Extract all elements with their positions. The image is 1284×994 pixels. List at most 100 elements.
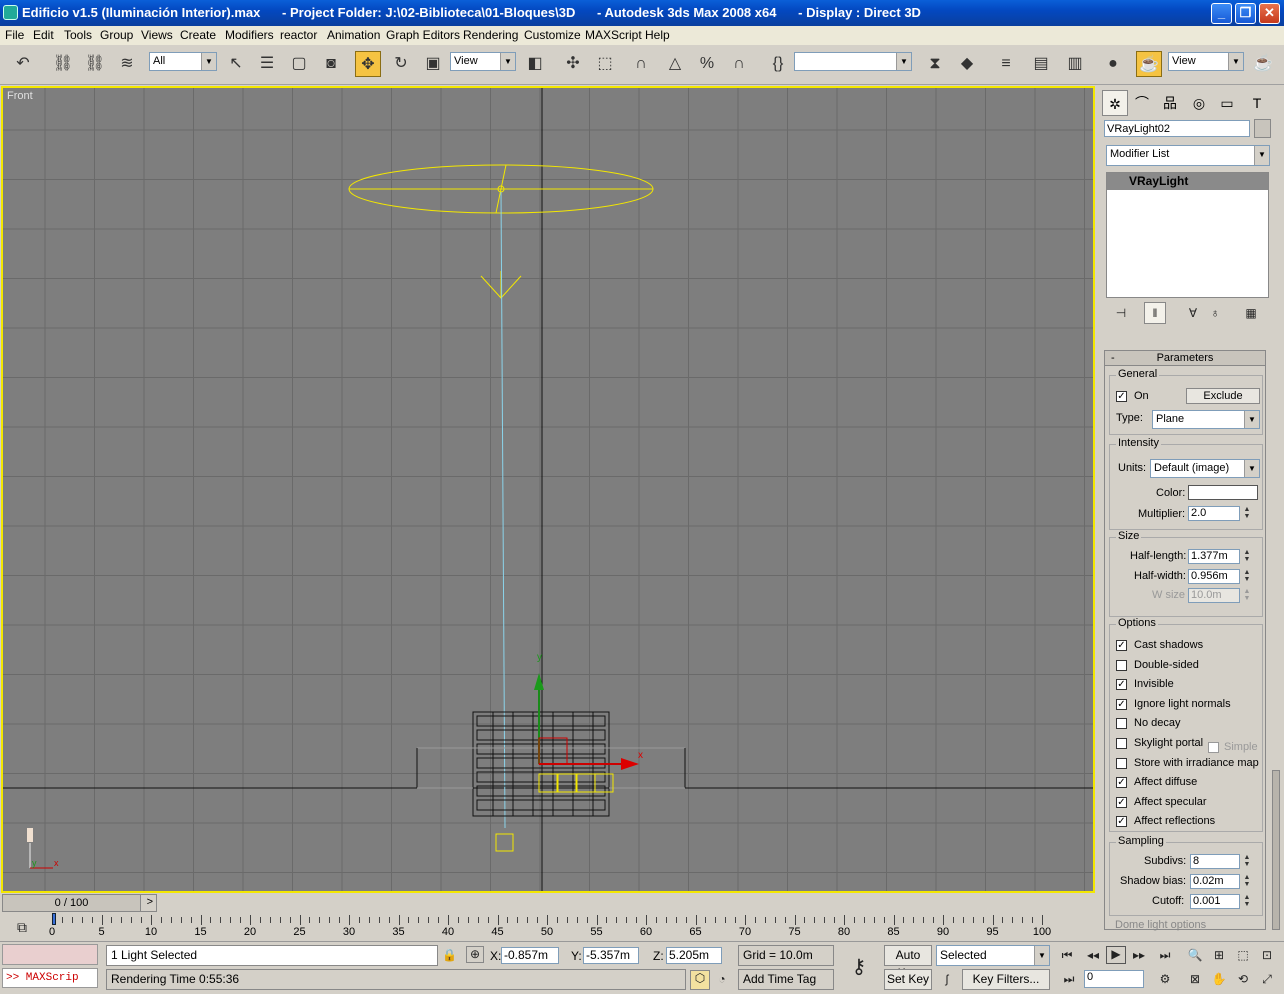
option-checkbox[interactable]: ✓ bbox=[1116, 679, 1127, 691]
go-to-end-icon[interactable]: ⏭ bbox=[1156, 948, 1174, 963]
time-next-button[interactable]: > bbox=[147, 896, 153, 908]
half-width-spinner[interactable]: 0.956m bbox=[1188, 569, 1240, 584]
pan-icon[interactable]: ✋ bbox=[1210, 972, 1228, 986]
select-by-name-icon[interactable]: ☰ bbox=[254, 51, 280, 77]
align-icon[interactable]: ◆ bbox=[954, 51, 980, 77]
hierarchy-tab-icon[interactable]: 品 bbox=[1157, 90, 1183, 116]
z-coord-field[interactable]: 5.205m bbox=[666, 947, 722, 964]
menu-views[interactable]: Views bbox=[141, 28, 173, 42]
percent-snap-icon[interactable]: % bbox=[694, 51, 720, 77]
pin-stack-icon[interactable]: ⊣ bbox=[1112, 306, 1130, 320]
object-color-swatch[interactable] bbox=[1254, 119, 1271, 138]
edit-named-selection-icon[interactable]: {} bbox=[765, 51, 791, 77]
default-tangent-icon[interactable]: ʃ bbox=[938, 972, 956, 986]
menu-group[interactable]: Group bbox=[100, 28, 133, 42]
y-coord-field[interactable]: -5.357m bbox=[583, 947, 639, 964]
absolute-mode-icon[interactable]: ⊕ bbox=[466, 946, 484, 963]
time-slider-thumb[interactable]: 0 / 100 bbox=[3, 895, 141, 911]
render-view-dropdown[interactable]: View ▼ bbox=[1168, 52, 1244, 71]
menu-reactor[interactable]: reactor bbox=[280, 28, 317, 42]
make-unique-icon[interactable]: ∀ bbox=[1184, 306, 1202, 320]
maximize-button[interactable]: ❐ bbox=[1235, 3, 1256, 24]
set-key-button[interactable]: Set Key bbox=[884, 969, 932, 990]
zoom-extents-icon[interactable]: ⬚ bbox=[1234, 948, 1252, 962]
utilities-tab-icon[interactable]: T bbox=[1244, 90, 1270, 116]
bind-space-warp-icon[interactable]: ≋ bbox=[114, 51, 140, 77]
object-name-field[interactable] bbox=[1104, 120, 1250, 137]
menu-edit[interactable]: Edit bbox=[33, 28, 54, 42]
menu-animation[interactable]: Animation bbox=[327, 28, 380, 42]
cutoff-spinner[interactable]: 0.001 bbox=[1190, 894, 1240, 909]
schematic-view-icon[interactable]: ▥ bbox=[1062, 51, 1088, 77]
window-crossing-icon[interactable]: ◙ bbox=[318, 51, 344, 77]
render-scene-icon[interactable]: ☕ bbox=[1136, 51, 1162, 77]
spinner-arrows-icon[interactable]: ▲ ▼ bbox=[1242, 894, 1252, 909]
shadow-bias-spinner[interactable]: 0.02m bbox=[1190, 874, 1240, 889]
select-manipulate-icon[interactable]: ✣ bbox=[560, 51, 586, 77]
select-and-rotate-icon[interactable]: ↻ bbox=[388, 51, 414, 77]
next-frame-icon[interactable]: ▸▸ bbox=[1130, 948, 1148, 962]
modifier-list-dropdown[interactable]: Modifier List ▼ bbox=[1106, 145, 1270, 166]
spinner-arrows-icon[interactable]: ▲ ▼ bbox=[1242, 549, 1252, 564]
time-configuration-icon[interactable]: ⚙ bbox=[1156, 972, 1174, 986]
option-checkbox[interactable]: ✓ bbox=[1116, 816, 1127, 828]
subdivs-spinner[interactable]: 8 bbox=[1190, 854, 1240, 869]
add-time-tag[interactable]: Add Time Tag bbox=[738, 969, 834, 990]
rectangular-selection-icon[interactable]: ▢ bbox=[286, 51, 312, 77]
maximize-viewport-icon[interactable]: ⤢ bbox=[1258, 972, 1276, 987]
menu-rendering[interactable]: Rendering bbox=[463, 28, 518, 42]
command-panel-scrollbar[interactable] bbox=[1272, 770, 1280, 930]
select-and-link-icon[interactable]: ⛓ bbox=[50, 51, 76, 77]
x-coord-field[interactable]: -0.857m bbox=[501, 947, 559, 964]
keyboard-shortcut-override-icon[interactable]: ⬚ bbox=[592, 51, 618, 77]
material-editor-icon[interactable]: ● bbox=[1100, 51, 1126, 77]
auto-key-button[interactable]: Auto Key bbox=[884, 945, 932, 980]
modify-tab-icon[interactable]: ⌒ bbox=[1129, 90, 1155, 116]
current-frame-field[interactable]: 0 bbox=[1084, 970, 1144, 988]
units-dropdown[interactable]: Default (image) ▼ bbox=[1150, 459, 1260, 478]
parameters-rollout-header[interactable]: - Parameters bbox=[1105, 351, 1265, 366]
curve-editor-icon[interactable]: ▤ bbox=[1028, 51, 1054, 77]
menu-help[interactable]: Help bbox=[645, 28, 670, 42]
maxscript-listener[interactable]: >> MAXScrip bbox=[2, 968, 98, 988]
spinner-arrows-icon[interactable]: ▲ ▼ bbox=[1242, 854, 1252, 869]
option-checkbox[interactable]: ✓ bbox=[1116, 796, 1127, 808]
modifier-stack-item[interactable]: VRayLight bbox=[1107, 173, 1268, 190]
pivot-center-icon[interactable]: ◧ bbox=[522, 51, 548, 77]
maxscript-listener-top[interactable] bbox=[2, 944, 98, 965]
selection-filter-dropdown[interactable]: All ▼ bbox=[149, 52, 217, 71]
option-checkbox[interactable]: ✓ bbox=[1116, 640, 1127, 651]
motion-tab-icon[interactable]: ◎ bbox=[1186, 90, 1212, 116]
configure-modifier-sets-icon[interactable]: ▦ bbox=[1242, 306, 1260, 320]
set-key-icon[interactable]: ⚷ bbox=[842, 954, 876, 979]
option-checkbox[interactable]: ✓ bbox=[1116, 777, 1127, 789]
key-mode-dropdown[interactable]: Selected ▼ bbox=[936, 945, 1050, 966]
spinner-arrows-icon[interactable]: ▲ ▼ bbox=[1242, 506, 1252, 521]
previous-frame-icon[interactable]: ◂◂ bbox=[1084, 948, 1102, 962]
spinner-snap-icon[interactable]: ∩ bbox=[726, 51, 752, 77]
exclude-button[interactable]: Exclude bbox=[1186, 388, 1260, 404]
menu-modifiers[interactable]: Modifiers bbox=[225, 28, 274, 42]
minimize-button[interactable]: _ bbox=[1211, 3, 1232, 24]
menu-customize[interactable]: Customize bbox=[524, 28, 581, 42]
track-bar[interactable]: 0 5 10 15 20 25 30 35 40 45 50 55 60 65 70 75 80 85 90 95 10… bbox=[49, 913, 1094, 939]
arc-rotate-icon[interactable]: ⟲ bbox=[1234, 972, 1252, 986]
undo-icon[interactable]: ↶ bbox=[10, 51, 36, 77]
option-checkbox[interactable] bbox=[1116, 659, 1127, 671]
option-checkbox[interactable] bbox=[1116, 718, 1127, 730]
zoom-icon[interactable]: 🔍 bbox=[1186, 948, 1204, 962]
named-selection-dropdown[interactable]: ▼ bbox=[794, 52, 912, 71]
layer-manager-icon[interactable]: ≡ bbox=[993, 51, 1019, 77]
light-type-dropdown[interactable]: Plane ▼ bbox=[1152, 410, 1260, 429]
go-to-start-icon[interactable]: ⏮ bbox=[1058, 948, 1076, 963]
region-zoom-icon[interactable]: ⊠ bbox=[1186, 972, 1204, 986]
show-end-result-icon[interactable]: ‖ bbox=[1144, 302, 1166, 324]
time-tag-icon[interactable]: ◔ bbox=[714, 972, 730, 986]
adaptive-degradation-icon[interactable]: ⬡ bbox=[690, 970, 710, 990]
current-frame-marker[interactable] bbox=[52, 913, 56, 925]
light-color-swatch[interactable] bbox=[1188, 485, 1258, 500]
key-mode-toggle-icon[interactable]: ⏭ bbox=[1060, 972, 1078, 987]
front-viewport[interactable]: Front x y x y bbox=[1, 86, 1095, 893]
select-object-icon[interactable]: ↖ bbox=[223, 51, 249, 77]
mini-curve-editor-icon[interactable]: ⧉ bbox=[12, 919, 32, 936]
